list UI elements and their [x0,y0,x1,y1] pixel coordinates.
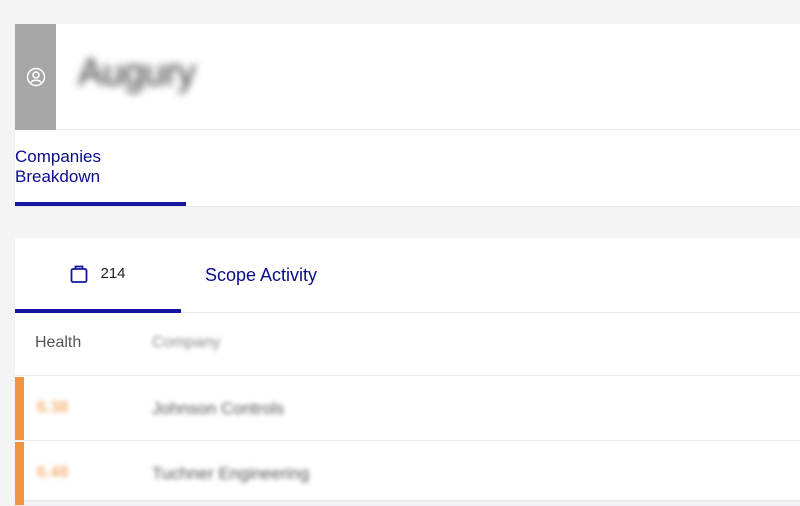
user-circle-icon [26,67,45,87]
companies-count: 214 [100,265,126,282]
company-name-cell[interactable]: Tuchner Engineering [152,464,309,484]
subtabs: 214 Scope Activity [15,238,800,313]
column-header-company[interactable]: Company [152,334,220,352]
header-tabs: Companies Breakdown [15,131,800,206]
table-row[interactable]: 6.48 Tuchner Engineering [15,442,800,506]
table-header: Health Company [15,314,800,376]
tab-scope-activity[interactable]: Scope Activity [205,238,317,313]
tab-companies-count[interactable]: 214 [15,238,181,313]
column-header-health[interactable]: Health [35,334,81,352]
company-profile-row: Augury [15,24,800,130]
health-score: 6.38 [37,399,69,416]
tab-companies-breakdown[interactable]: Companies Breakdown [15,131,186,206]
briefcase-icon [71,265,88,283]
companies-table-card: 214 Scope Activity Health Company 6.38 J… [15,238,800,506]
health-score: 6.48 [37,464,69,481]
company-name: Augury [78,52,196,94]
company-header-card: Augury Companies Breakdown [15,24,800,206]
company-name-cell[interactable]: Johnson Controls [152,399,284,419]
health-indicator-bar [15,377,24,440]
avatar [15,24,56,130]
health-indicator-bar [15,442,24,505]
table-row[interactable]: 6.38 Johnson Controls [15,377,800,441]
